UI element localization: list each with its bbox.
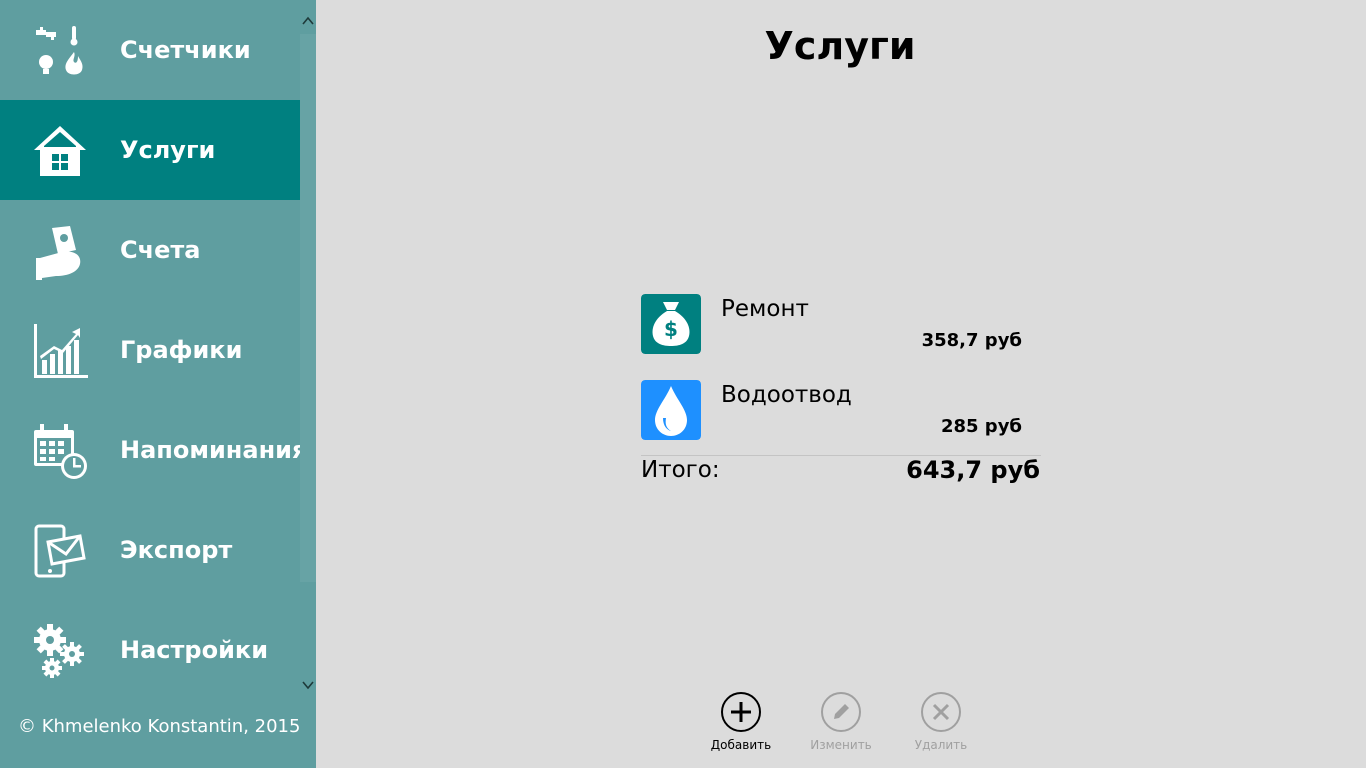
sidebar-scrollbar[interactable] bbox=[300, 0, 316, 700]
meters-icon bbox=[36, 26, 83, 75]
close-icon bbox=[921, 692, 961, 732]
edit-button[interactable]: Изменить bbox=[801, 692, 881, 758]
sidebar: Счетчики Услуги Счета Графики Напоминани… bbox=[0, 0, 316, 768]
svg-text:$: $ bbox=[664, 317, 678, 341]
gears-icon bbox=[34, 624, 84, 678]
copyright-text: © Khmelenko Konstantin, 2015 bbox=[18, 716, 301, 737]
delete-button[interactable]: Удалить bbox=[901, 692, 981, 758]
sidebar-item-charts[interactable]: Графики bbox=[0, 300, 300, 400]
nav-list: Счетчики Услуги Счета Графики Напоминани… bbox=[0, 0, 300, 708]
sidebar-item-reminders[interactable]: Напоминания bbox=[0, 400, 300, 500]
sidebar-item-label: Экспорт bbox=[120, 536, 233, 564]
scroll-thumb[interactable] bbox=[300, 34, 316, 582]
sidebar-item-label: Услуги bbox=[120, 136, 216, 164]
sidebar-item-meters[interactable]: Счетчики bbox=[0, 0, 300, 100]
sidebar-item-label: Настройки bbox=[120, 636, 269, 664]
calendar-clock-icon bbox=[34, 424, 87, 479]
edit-button-label: Изменить bbox=[810, 738, 872, 752]
sidebar-item-label: Напоминания bbox=[120, 436, 300, 464]
service-name: Ремонт bbox=[721, 296, 809, 322]
sidebar-item-bills[interactable]: Счета bbox=[0, 200, 300, 300]
total-label: Итого: bbox=[641, 457, 720, 483]
page-title: Услуги bbox=[764, 24, 916, 68]
sidebar-item-export[interactable]: Экспорт bbox=[0, 500, 300, 600]
scroll-up-icon[interactable] bbox=[300, 10, 316, 32]
total-value: 643,7 руб bbox=[906, 456, 1040, 484]
service-item[interactable]: Водоотвод 285 руб bbox=[641, 380, 1041, 442]
add-icon bbox=[721, 692, 761, 732]
service-amount: 358,7 руб bbox=[921, 330, 1022, 351]
service-name: Водоотвод bbox=[721, 382, 852, 408]
money-bag-icon: $ bbox=[641, 294, 701, 354]
water-drop-icon bbox=[641, 380, 701, 440]
house-icon bbox=[34, 126, 86, 176]
service-amount: 285 руб bbox=[940, 416, 1022, 437]
sidebar-item-services[interactable]: Услуги bbox=[0, 100, 300, 200]
pencil-icon bbox=[821, 692, 861, 732]
sidebar-item-label: Счетчики bbox=[120, 36, 251, 64]
sidebar-item-label: Счета bbox=[120, 236, 201, 264]
chart-icon bbox=[34, 324, 88, 378]
sidebar-item-settings[interactable]: Настройки bbox=[0, 600, 300, 700]
service-item[interactable]: $ Ремонт 358,7 руб bbox=[641, 294, 1041, 356]
add-button[interactable]: Добавить bbox=[701, 692, 781, 758]
delete-button-label: Удалить bbox=[914, 738, 968, 752]
add-button-label: Добавить bbox=[710, 738, 772, 752]
phone-mail-icon bbox=[34, 524, 86, 578]
money-hand-icon bbox=[36, 226, 81, 280]
scroll-down-icon[interactable] bbox=[300, 674, 316, 696]
sidebar-item-label: Графики bbox=[120, 336, 243, 364]
